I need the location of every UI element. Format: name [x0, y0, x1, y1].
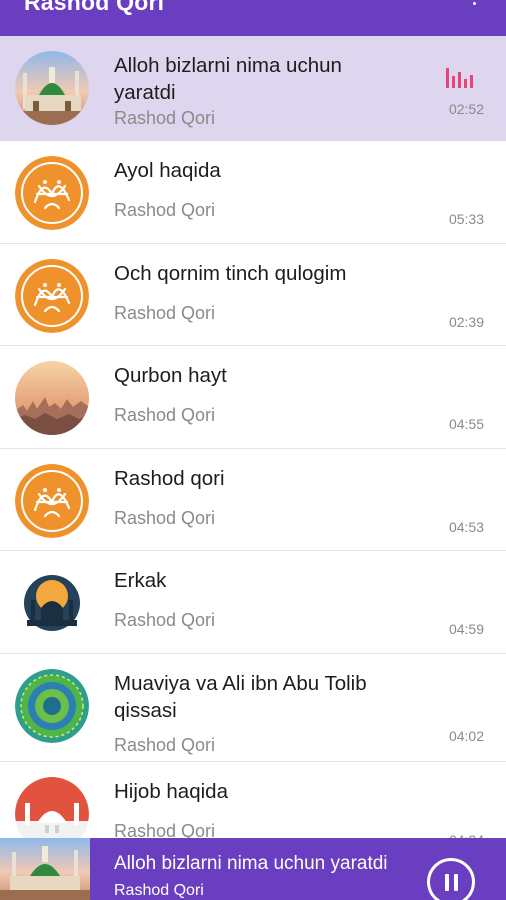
track-artist: Rashod Qori — [114, 734, 216, 755]
mosque-photo-thumbnail — [0, 838, 90, 900]
track-artist: Rashod Qori — [114, 302, 216, 323]
track-artist: Rashod Qori — [114, 610, 216, 630]
green-ornament-thumbnail — [15, 668, 89, 743]
track-row[interactable]: Ayol haqida Rashod Qori 05:33 — [0, 141, 506, 244]
track-duration: 04:55 — [448, 416, 484, 432]
track-row-active[interactable]: Alloh bizlarni nima uchun yaratdi Rashod… — [0, 36, 506, 141]
track-title: Muaviya va Ali ibn Abu Tolib qissasi — [114, 671, 367, 722]
calligraphy-thumbnail — [15, 258, 89, 333]
track-artist: Rashod Qori — [114, 507, 216, 528]
track-row[interactable]: Och qornim tinch qulogim Rashod Qori 02:… — [0, 243, 506, 346]
track-title: Rashod qori — [114, 466, 225, 490]
pause-button[interactable] — [427, 858, 475, 900]
track-title: Hijob haqida — [114, 779, 228, 803]
more-vert-icon[interactable] — [464, 0, 484, 10]
track-duration: 04:53 — [448, 518, 484, 535]
mini-player[interactable]: Alloh bizlarni nima uchun yaratdi Rashod… — [0, 838, 506, 900]
mosque-photo-thumbnail — [15, 51, 89, 125]
track-duration: 02:52 — [448, 101, 484, 117]
track-duration: 05:33 — [448, 211, 484, 227]
pause-icon — [454, 874, 458, 891]
pause-icon — [445, 874, 449, 891]
track-duration: 04:02 — [448, 727, 484, 744]
city-sunset-thumbnail — [15, 361, 89, 435]
equalizer-icon — [446, 68, 473, 88]
track-row[interactable]: Rashod qori Rashod Qori 04:53 — [0, 448, 506, 551]
track-title: Erkak — [114, 569, 167, 592]
track-title: Och qornim tinch qulogim — [114, 261, 347, 285]
track-row[interactable]: Erkak Rashod Qori 04:59 — [0, 551, 506, 654]
track-title: Ayol haqida — [114, 159, 221, 182]
player-artist: Rashod Qori — [114, 882, 204, 899]
track-row[interactable]: Muaviya va Ali ibn Abu Tolib qissasi Ras… — [0, 653, 506, 762]
player-title: Alloh bizlarni nima uchun yaratdi — [114, 853, 388, 874]
track-duration: 02:39 — [448, 313, 484, 330]
track-artist: Rashod Qori — [114, 200, 216, 220]
track-artist: Rashod Qori — [114, 108, 216, 128]
track-artist: Rashod Qori — [114, 405, 216, 425]
track-row[interactable]: Qurbon hayt Rashod Qori 04:55 — [0, 346, 506, 449]
calligraphy-thumbnail — [15, 463, 89, 538]
app-title: Rashod Qori — [24, 0, 165, 15]
track-list: Alloh bizlarni nima uchun yaratdi Rashod… — [0, 36, 506, 864]
app-bar: Rashod Qori — [0, 0, 506, 36]
mosque-dusk-thumbnail — [15, 566, 89, 640]
track-duration: 04:59 — [448, 621, 484, 637]
track-title: Alloh bizlarni nima uchun yaratdi — [114, 54, 342, 104]
track-title: Qurbon hayt — [114, 364, 227, 387]
calligraphy-thumbnail — [15, 156, 89, 230]
